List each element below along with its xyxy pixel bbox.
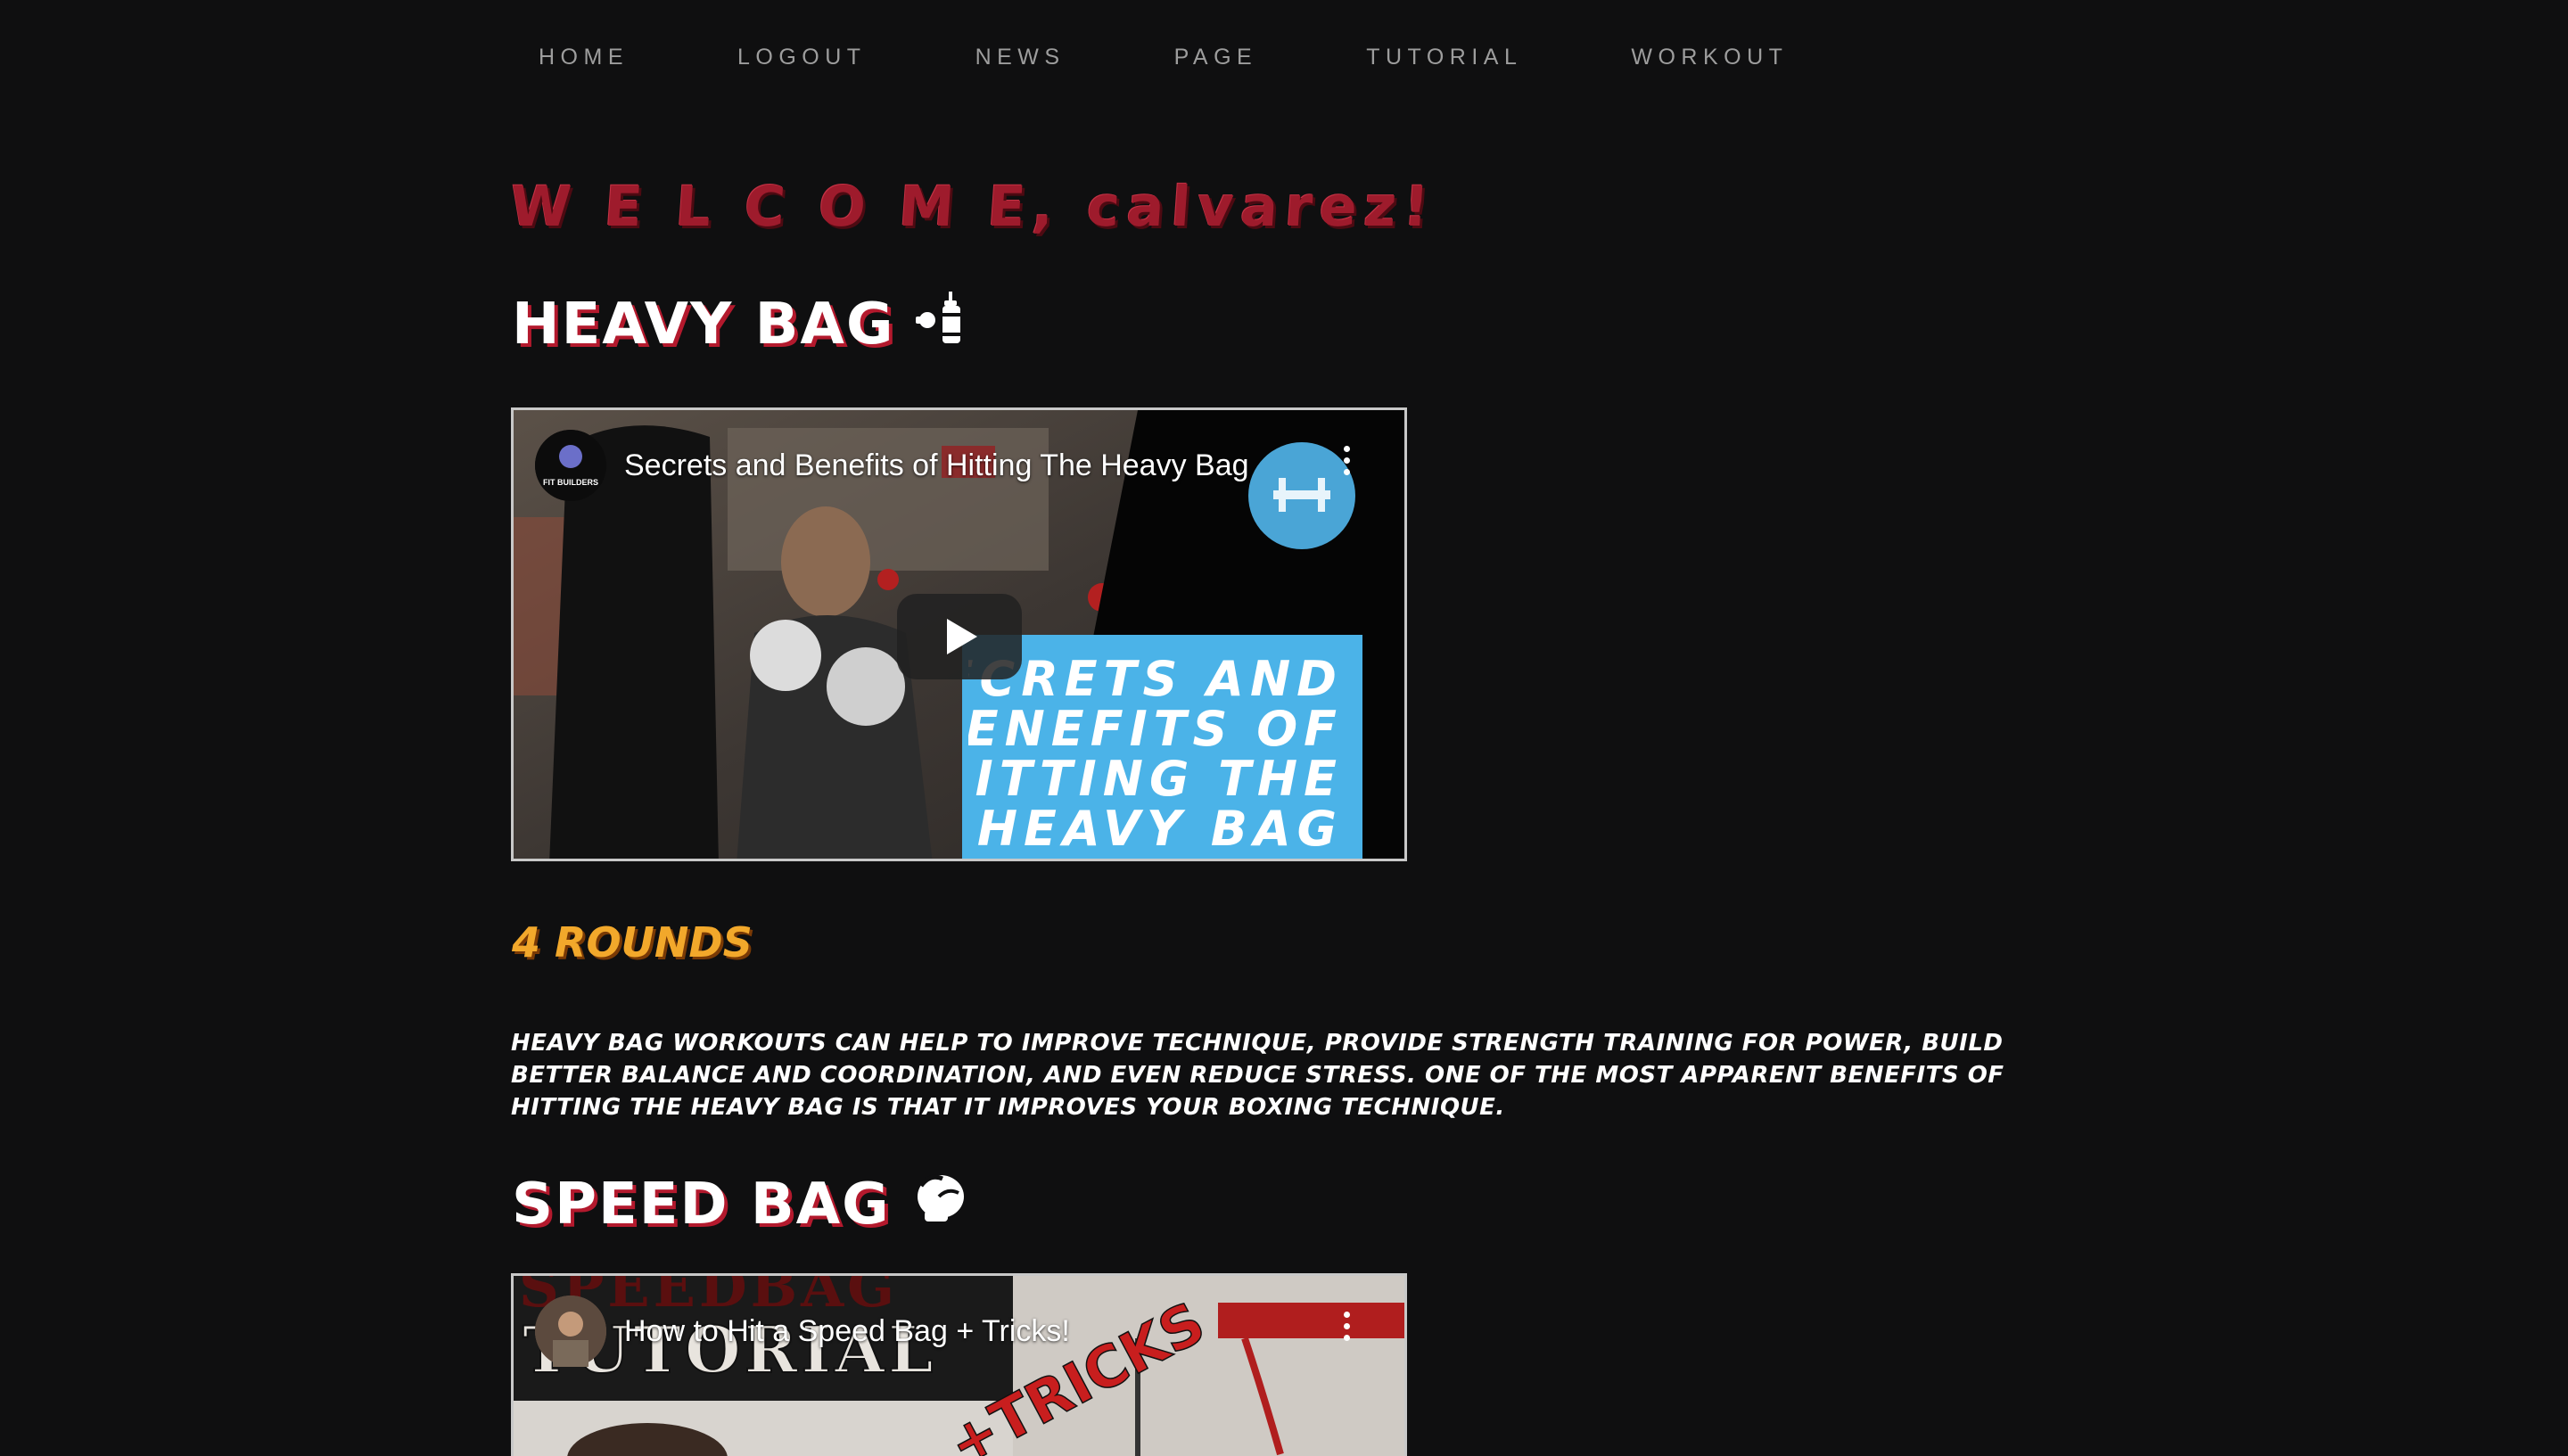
overlay-line-3: HITTING THE xyxy=(968,751,1343,807)
speed-bag-video-header: How to Hit a Speed Bag + Tricks! xyxy=(535,1296,1383,1367)
nav-news[interactable]: NEWS xyxy=(975,45,1066,70)
channel-avatar-text: FIT BUILDERS xyxy=(543,478,598,487)
heavy-bag-overlay-text: SECRETS AND BENEFITS OF HITTING THE HEAV… xyxy=(968,651,1343,857)
punching-bag-icon xyxy=(916,290,973,359)
speed-bag-video-title[interactable]: How to Hit a Speed Bag + Tricks! xyxy=(624,1314,1070,1349)
channel-avatar[interactable]: FIT BUILDERS xyxy=(535,430,606,501)
heavy-bag-video-title[interactable]: Secrets and Benefits of Hitting The Heav… xyxy=(624,448,1249,483)
nav-workout[interactable]: WORKOUT xyxy=(1631,45,1788,70)
boxing-glove-icon xyxy=(912,1170,969,1239)
overlay-line-1: SECRETS AND xyxy=(968,651,1343,707)
main-nav: HOME LOGOUT NEWS PAGE TUTORIAL WORKOUT xyxy=(539,45,1897,70)
heavy-bag-title: Heavy Bag xyxy=(512,290,973,359)
more-options-icon[interactable] xyxy=(1344,446,1351,481)
heavy-bag-video-header: FIT BUILDERS Secrets and Benefits of Hit… xyxy=(535,430,1383,501)
heavy-bag-title-text: Heavy Bag xyxy=(512,292,895,358)
play-button[interactable] xyxy=(897,594,1022,679)
speed-bag-channel-avatar[interactable] xyxy=(535,1296,606,1367)
heavy-bag-video[interactable]: FIT BUILDERS Secrets and Benefits of Hit… xyxy=(511,407,1407,861)
overlay-line-2: BENEFITS OF xyxy=(968,701,1343,757)
nav-tutorial[interactable]: TUTORIAL xyxy=(1366,45,1522,70)
nav-page[interactable]: PAGE xyxy=(1174,45,1258,70)
heavy-bag-description: Heavy bag workouts can help to improve t… xyxy=(511,1030,2004,1121)
overlay-line-4: HEAVY BAG xyxy=(977,801,1343,857)
welcome-heading: W E L C O M E, calvarez! xyxy=(507,174,1438,239)
rounds-label: 4 ROUNDS xyxy=(512,918,753,967)
speed-bag-more-options-icon[interactable] xyxy=(1344,1312,1351,1346)
speed-bag-title: Speed Bag xyxy=(512,1170,969,1239)
speed-bag-video[interactable]: SPEEDBAG TUTORIAL +TRICKS How to Hit a S… xyxy=(511,1273,1407,1456)
nav-home[interactable]: HOME xyxy=(539,45,629,70)
speed-bag-title-text: Speed Bag xyxy=(512,1172,891,1238)
nav-logout[interactable]: LOGOUT xyxy=(737,45,867,70)
